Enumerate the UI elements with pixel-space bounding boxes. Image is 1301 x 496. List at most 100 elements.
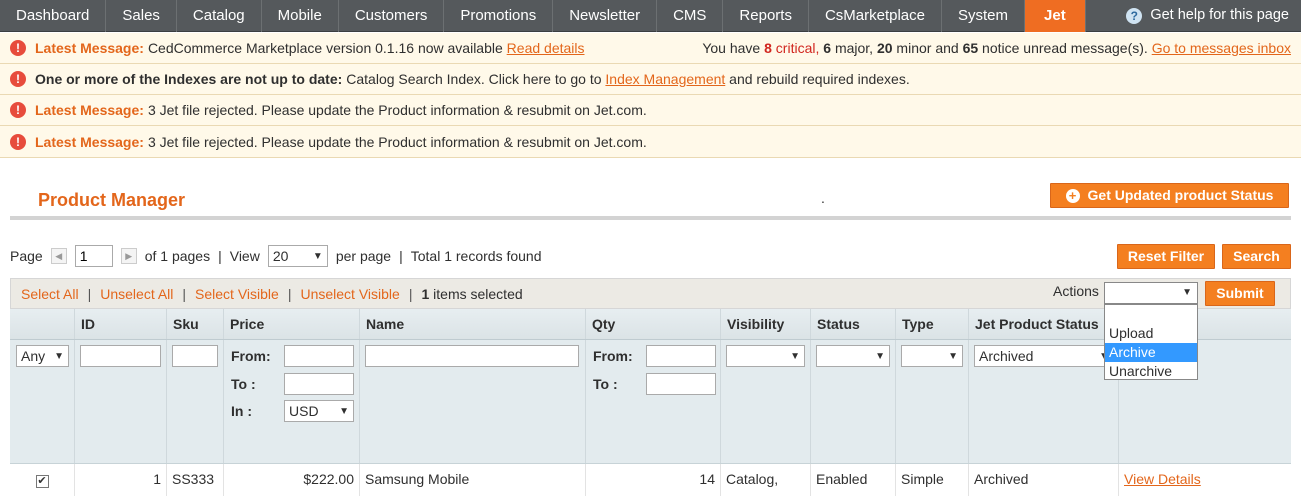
- nav-item-csmarketplace[interactable]: CsMarketplace: [809, 0, 942, 32]
- page-title: Product Manager: [38, 190, 186, 210]
- header-jet-status[interactable]: Jet Product Status: [969, 309, 1119, 339]
- filter-row: Any ▼ From: To : In : USD ▼ From: To : ▼ ▼…: [10, 340, 1291, 464]
- header-qty[interactable]: Qty: [586, 309, 721, 339]
- cell-action: View Details: [1119, 464, 1291, 496]
- nav-item-customers[interactable]: Customers: [339, 0, 445, 32]
- chevron-down-icon: ▼: [339, 405, 349, 417]
- view-details-link[interactable]: View Details: [1124, 471, 1201, 487]
- chevron-down-icon: ▼: [948, 350, 958, 362]
- nav-item-mobile[interactable]: Mobile: [262, 0, 339, 32]
- nav-item-system[interactable]: System: [942, 0, 1026, 32]
- table-row[interactable]: ✔ 1 SS333 $222.00 Samsung Mobile 14 Cata…: [10, 464, 1291, 496]
- grid-header: ID Sku Price Name Qty Visibility Status …: [10, 309, 1291, 340]
- actions-select[interactable]: ▼: [1104, 282, 1198, 304]
- reset-filter-button[interactable]: Reset Filter: [1117, 244, 1215, 269]
- header-visibility[interactable]: Visibility: [721, 309, 811, 339]
- id-filter-input[interactable]: [80, 345, 161, 367]
- row-checkbox[interactable]: ✔: [35, 475, 49, 488]
- visibility-filter-select[interactable]: ▼: [726, 345, 805, 367]
- header-sku[interactable]: Sku: [167, 309, 224, 339]
- option-archive[interactable]: Archive: [1105, 343, 1197, 362]
- submit-button[interactable]: Submit: [1205, 281, 1275, 306]
- header-type[interactable]: Type: [896, 309, 969, 339]
- price-from-input[interactable]: [284, 345, 354, 367]
- chevron-down-icon: ▼: [1182, 287, 1192, 298]
- next-page-icon[interactable]: ▶: [120, 248, 137, 264]
- type-filter-select[interactable]: ▼: [901, 345, 963, 367]
- selected-count: 1: [421, 285, 430, 302]
- nav-item-cms[interactable]: CMS: [657, 0, 724, 32]
- price-from-label: From:: [231, 348, 271, 364]
- currency-label: In :: [231, 403, 252, 419]
- nav-item-sales[interactable]: Sales: [106, 0, 177, 32]
- previous-page-icon[interactable]: ◀: [50, 248, 67, 264]
- chevron-down-icon: ▼: [875, 350, 885, 362]
- unselect-visible-link[interactable]: Unselect Visible: [300, 286, 399, 302]
- system-message-1: ! Latest Message: CedCommerce Marketplac…: [0, 33, 1301, 64]
- search-button[interactable]: Search: [1222, 244, 1291, 269]
- help-link[interactable]: ? Get help for this page: [1126, 0, 1301, 31]
- messages-inbox-link[interactable]: Go to messages inbox: [1152, 40, 1291, 56]
- get-updated-status-button[interactable]: + Get Updated product Status: [1050, 183, 1289, 208]
- qty-from-input[interactable]: [646, 345, 716, 367]
- option-unarchive[interactable]: Unarchive: [1105, 362, 1197, 381]
- actions-dropdown-list: Upload Archive Unarchive: [1104, 304, 1198, 380]
- nav-item-catalog[interactable]: Catalog: [177, 0, 262, 32]
- header-id[interactable]: ID: [75, 309, 167, 339]
- view-label: View: [229, 248, 260, 264]
- header-status[interactable]: Status: [811, 309, 896, 339]
- product-grid: ID Sku Price Name Qty Visibility Status …: [10, 309, 1291, 496]
- unselect-all-link[interactable]: Unselect All: [100, 286, 173, 302]
- cell-visibility: Catalog, Search: [721, 464, 811, 496]
- message-text: 3 Jet file rejected. Please update the P…: [147, 102, 647, 118]
- massaction-filter-select[interactable]: Any ▼: [16, 345, 69, 367]
- system-message-4: ! Latest Message: 3 Jet file rejected. P…: [0, 126, 1301, 158]
- cell-name: Samsung Mobile: [360, 464, 586, 496]
- jet-status-filter-select[interactable]: Archived▼: [974, 345, 1114, 367]
- index-management-link[interactable]: Index Management: [605, 71, 725, 87]
- per-page-select[interactable]: 20 ▼: [267, 245, 328, 267]
- sku-filter-input[interactable]: [172, 345, 218, 367]
- error-icon: !: [10, 71, 26, 87]
- row-checkbox-cell: ✔: [10, 464, 75, 496]
- qty-to-input[interactable]: [646, 373, 716, 395]
- message-after: and rebuild required indexes.: [729, 71, 910, 87]
- select-visible-link[interactable]: Select Visible: [195, 286, 279, 302]
- help-icon: ?: [1126, 7, 1143, 24]
- header-price[interactable]: Price: [224, 309, 360, 339]
- read-details-link[interactable]: Read details: [507, 40, 585, 56]
- selected-label: items selected: [433, 285, 523, 302]
- help-label: Get help for this page: [1150, 7, 1289, 23]
- error-icon: !: [10, 133, 26, 150]
- price-to-input[interactable]: [284, 373, 354, 395]
- qty-to-label: To :: [593, 376, 618, 392]
- error-icon: !: [10, 40, 26, 56]
- cell-status: Enabled: [811, 464, 896, 496]
- nav-item-jet[interactable]: Jet: [1025, 0, 1086, 32]
- chevron-down-icon: ▼: [312, 250, 323, 262]
- stray-dot: .: [821, 190, 825, 206]
- status-filter-select[interactable]: ▼: [816, 345, 890, 367]
- cell-jet-status: Archived: [969, 464, 1119, 496]
- per-page-label: per page: [335, 248, 392, 264]
- nav-item-dashboard[interactable]: Dashboard: [0, 0, 107, 32]
- message-label: Latest Message:: [35, 40, 144, 56]
- page-number-input[interactable]: [74, 245, 113, 267]
- name-filter-input[interactable]: [365, 345, 579, 367]
- system-message-3: ! Latest Message: 3 Jet file rejected. P…: [0, 95, 1301, 126]
- nav-item-reports[interactable]: Reports: [723, 0, 809, 32]
- system-message-2: ! One or more of the Indexes are not up …: [0, 64, 1301, 95]
- currency-select[interactable]: USD ▼: [284, 400, 354, 422]
- header-massaction: [10, 309, 75, 339]
- title-divider: [10, 216, 1291, 220]
- nav-item-newsletter[interactable]: Newsletter: [553, 0, 658, 32]
- nav-item-promotions[interactable]: Promotions: [444, 0, 554, 32]
- header-name[interactable]: Name: [360, 309, 586, 339]
- page-label: Page: [10, 248, 43, 264]
- option-blank[interactable]: [1105, 305, 1197, 324]
- chevron-down-icon: ▼: [54, 350, 64, 362]
- option-upload[interactable]: Upload: [1105, 324, 1197, 343]
- cell-id: 1: [75, 464, 167, 496]
- cell-sku: SS333: [167, 464, 224, 496]
- select-all-link[interactable]: Select All: [21, 286, 79, 302]
